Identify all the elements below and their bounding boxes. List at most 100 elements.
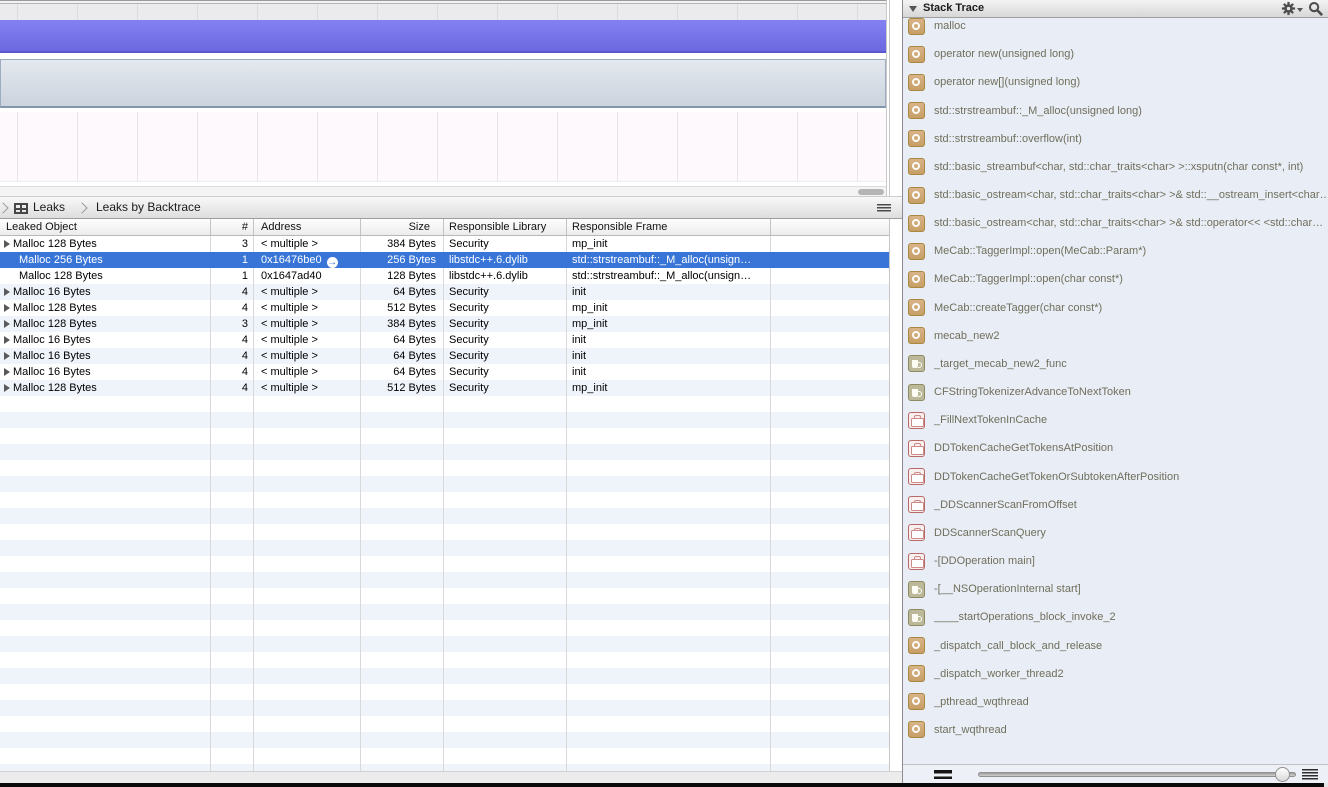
- stack-frame[interactable]: std::basic_streambuf<char, std::char_tra…: [903, 153, 1328, 181]
- table-row[interactable]: Malloc 16 Bytes 4 < multiple > 64 Bytes …: [0, 332, 889, 348]
- stack-frame[interactable]: operator new(unsigned long): [903, 40, 1328, 68]
- cell-address: < multiple >: [261, 350, 318, 362]
- column-divider[interactable]: [566, 219, 567, 235]
- chevron-right-icon: [0, 202, 9, 214]
- disclosure-triangle-icon[interactable]: [4, 320, 10, 328]
- instrument-track[interactable]: [0, 59, 886, 108]
- column-header-frame[interactable]: Responsible Frame: [572, 219, 667, 236]
- column-header-address[interactable]: Address: [261, 219, 301, 236]
- expand-frames-icon[interactable]: [1302, 769, 1318, 780]
- column-header-count[interactable]: #: [210, 219, 248, 236]
- collapse-frames-icon[interactable]: [934, 770, 952, 779]
- table-header: Leaked Object # Address Size Responsible…: [0, 219, 889, 236]
- stack-trace-controls: [903, 764, 1328, 783]
- cell-count: 4: [241, 366, 248, 378]
- cell-leaked-object: Malloc 16 Bytes: [0, 284, 209, 300]
- cell-size: 512 Bytes: [387, 382, 436, 394]
- stack-frame[interactable]: _DDScannerScanFromOffset: [903, 491, 1328, 519]
- stack-frame[interactable]: _pthread_wqthread: [903, 688, 1328, 716]
- column-header-size[interactable]: Size: [360, 219, 430, 236]
- stack-frame[interactable]: start_wqthread: [903, 716, 1328, 744]
- stack-frame[interactable]: MeCab::TaggerImpl::open(char const*): [903, 265, 1328, 293]
- table-row[interactable]: Malloc 128 Bytes 4 < multiple > 512 Byte…: [0, 380, 889, 396]
- cell-size: 384 Bytes: [387, 238, 436, 250]
- column-divider[interactable]: [253, 219, 254, 235]
- stack-frame[interactable]: std::basic_ostream<char, std::char_trait…: [903, 181, 1328, 209]
- disclosure-triangle-icon[interactable]: [4, 352, 10, 360]
- column-divider[interactable]: [360, 219, 361, 235]
- table-row[interactable]: Malloc 16 Bytes 4 < multiple > 64 Bytes …: [0, 364, 889, 380]
- cell-library: Security: [449, 318, 489, 330]
- stack-frame[interactable]: DDTokenCacheGetTokenOrSubtokenAfterPosit…: [903, 463, 1328, 491]
- breadcrumb-bar: Leaks Leaks by Backtrace: [0, 196, 902, 219]
- window-bottom-edge: [0, 783, 1324, 787]
- column-header-leaked-object[interactable]: Leaked Object: [6, 219, 77, 236]
- disclosure-triangle-icon[interactable]: [4, 304, 10, 312]
- cell-count: 4: [241, 382, 248, 394]
- stack-frame[interactable]: _dispatch_call_block_and_release: [903, 631, 1328, 659]
- column-divider[interactable]: [210, 219, 211, 235]
- library-badge-icon: [908, 665, 925, 683]
- scrollbar-thumb[interactable]: [858, 189, 884, 195]
- disclosure-triangle-icon[interactable]: [4, 384, 10, 392]
- table-row[interactable]: Malloc 128 Bytes 1 0x1647ad40 128 Bytes …: [0, 268, 889, 284]
- chart-right-edge: [886, 0, 887, 196]
- stack-frame[interactable]: MeCab::createTagger(char const*): [903, 294, 1328, 322]
- library-badge-icon: [908, 242, 925, 260]
- cell-address: < multiple >: [261, 334, 318, 346]
- table-row[interactable]: Malloc 16 Bytes 4 < multiple > 64 Bytes …: [0, 348, 889, 364]
- table-row[interactable]: Malloc 128 Bytes 4 < multiple > 512 Byte…: [0, 300, 889, 316]
- reveal-arrow-icon[interactable]: [326, 256, 338, 268]
- cell-library: Security: [449, 286, 489, 298]
- stack-frame[interactable]: malloc: [903, 12, 1328, 40]
- stack-frame[interactable]: std::strstreambuf::overflow(int): [903, 125, 1328, 153]
- stack-frame[interactable]: operator new[](unsigned long): [903, 68, 1328, 96]
- table-scrollbar-gutter[interactable]: [889, 0, 902, 783]
- library-badge-icon: [908, 439, 925, 457]
- breadcrumb-leaks[interactable]: Leaks: [33, 197, 65, 218]
- stack-frame[interactable]: _target_mecab_new2_func: [903, 350, 1328, 378]
- stack-frame[interactable]: ____startOperations_block_invoke_2: [903, 603, 1328, 631]
- selected-instrument-track[interactable]: [0, 20, 886, 53]
- chevron-right-icon: [76, 202, 88, 214]
- table-row[interactable]: Malloc 16 Bytes 4 < multiple > 64 Bytes …: [0, 284, 889, 300]
- cell-library: Security: [449, 350, 489, 362]
- library-badge-icon: [908, 130, 925, 148]
- slider-thumb[interactable]: [1275, 767, 1290, 782]
- cell-count: 1: [241, 270, 248, 282]
- stack-frame[interactable]: _FillNextTokenInCache: [903, 406, 1328, 434]
- stack-depth-slider[interactable]: [978, 767, 1296, 782]
- cell-leaked-object: Malloc 128 Bytes: [0, 316, 209, 332]
- stack-frame[interactable]: DDScannerScanQuery: [903, 519, 1328, 547]
- stack-frame[interactable]: CFStringTokenizerAdvanceToNextToken: [903, 378, 1328, 406]
- cell-leaked-object: Malloc 128 Bytes: [0, 236, 209, 252]
- table-row[interactable]: Malloc 128 Bytes 3 < multiple > 384 Byte…: [0, 236, 889, 252]
- stack-frame[interactable]: _dispatch_worker_thread2: [903, 660, 1328, 688]
- disclosure-triangle-icon[interactable]: [4, 368, 10, 376]
- disclosure-triangle-icon[interactable]: [4, 240, 10, 248]
- stack-trace-panel: Stack Trace malloc operator new(unsigned…: [903, 0, 1328, 783]
- library-badge-icon: [908, 580, 925, 598]
- column-header-library[interactable]: Responsible Library: [449, 219, 546, 236]
- breadcrumb-leaks-by-backtrace[interactable]: Leaks by Backtrace: [96, 197, 201, 218]
- stack-frame[interactable]: mecab_new2: [903, 322, 1328, 350]
- column-divider[interactable]: [770, 219, 771, 235]
- table-row[interactable]: Malloc 128 Bytes 3 < multiple > 384 Byte…: [0, 316, 889, 332]
- horizontal-scrollbar[interactable]: [0, 186, 886, 196]
- stack-frame[interactable]: std::strstreambuf::_M_alloc(unsigned lon…: [903, 96, 1328, 124]
- stack-frame[interactable]: -[__NSOperationInternal start]: [903, 575, 1328, 603]
- cell-size: 512 Bytes: [387, 302, 436, 314]
- cell-library: Security: [449, 366, 489, 378]
- table-row[interactable]: Malloc 256 Bytes 1 0x16476be0 256 Bytes …: [0, 252, 889, 268]
- column-divider[interactable]: [443, 219, 444, 235]
- table-options-icon[interactable]: [877, 204, 891, 213]
- stack-frame[interactable]: -[DDOperation main]: [903, 547, 1328, 575]
- stack-frame[interactable]: std::basic_ostream<char, std::char_trait…: [903, 209, 1328, 237]
- library-badge-icon: [908, 496, 925, 514]
- stack-frame[interactable]: MeCab::TaggerImpl::open(MeCab::Param*): [903, 237, 1328, 265]
- cell-library: Security: [449, 302, 489, 314]
- disclosure-triangle-icon[interactable]: [4, 336, 10, 344]
- stack-frame[interactable]: DDTokenCacheGetTokensAtPosition: [903, 434, 1328, 462]
- disclosure-triangle-icon[interactable]: [4, 288, 10, 296]
- library-badge-icon: [908, 158, 925, 176]
